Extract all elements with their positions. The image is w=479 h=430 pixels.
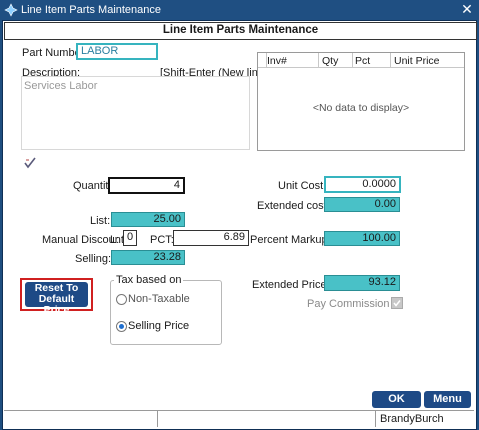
- status-bar: BrandyBurch: [4, 410, 474, 427]
- quantity-input[interactable]: 4: [108, 177, 185, 194]
- inventory-grid[interactable]: Inv# Qty Pct Unit Price <No data to disp…: [257, 52, 465, 151]
- description-textarea[interactable]: Services Labor: [21, 76, 250, 150]
- percent-markup-label: Percent Markup:: [250, 234, 331, 246]
- percent-markup-value: 100.00: [324, 231, 400, 246]
- selling-label: Selling:: [75, 253, 112, 265]
- grid-col-unit-price[interactable]: Unit Price: [394, 55, 440, 67]
- radio-non-taxable[interactable]: [116, 294, 127, 305]
- unit-cost-label: Unit Cost:: [278, 180, 327, 192]
- extended-price-value: 93.12: [324, 275, 400, 291]
- close-button[interactable]: ✕: [455, 0, 479, 20]
- app-icon: [4, 3, 18, 17]
- grid-col-qty[interactable]: Qty: [322, 55, 338, 67]
- non-taxable-label[interactable]: Non-Taxable: [128, 293, 190, 305]
- extended-cost-label: Extended cost:: [257, 200, 330, 212]
- tax-based-on-label: Tax based on: [114, 274, 184, 286]
- l-label: L:: [110, 234, 120, 246]
- grid-empty-text: <No data to display>: [312, 102, 410, 114]
- ok-button[interactable]: OK: [372, 391, 421, 408]
- selling-price-label[interactable]: Selling Price: [128, 320, 189, 332]
- tax-based-on-group: [110, 280, 222, 345]
- menu-button[interactable]: Menu: [424, 391, 471, 408]
- dialog-header: Line Item Parts Maintenance: [4, 22, 477, 40]
- pay-commission-checkbox[interactable]: [391, 297, 403, 309]
- reset-to-default-price-button[interactable]: Reset To Default Price: [25, 282, 88, 316]
- pct-input[interactable]: 6.89: [173, 230, 249, 246]
- extended-price-label: Extended Price:: [252, 279, 330, 291]
- list-value: 25.00: [111, 212, 185, 227]
- selling-value: 23.28: [111, 250, 185, 265]
- pct-label: PCT:: [150, 234, 174, 246]
- list-label: List:: [90, 215, 111, 227]
- grid-col-pct[interactable]: Pct: [355, 55, 370, 67]
- part-number-input[interactable]: LABOR: [76, 43, 158, 60]
- unit-cost-input[interactable]: 0.0000: [324, 176, 401, 193]
- window-title: Line Item Parts Maintenance: [21, 4, 162, 16]
- grid-col-inv[interactable]: Inv#: [267, 55, 287, 67]
- spellcheck-icon[interactable]: [23, 156, 37, 170]
- reset-button-line2: Default Price: [38, 293, 75, 316]
- extended-cost-value: 0.00: [324, 197, 400, 212]
- radio-selling-price[interactable]: [116, 321, 127, 332]
- description-text: Services Labor: [24, 80, 98, 92]
- pay-commission-label: Pay Commission: [307, 298, 390, 310]
- l-input[interactable]: 0: [123, 230, 137, 246]
- status-user: BrandyBurch: [380, 413, 444, 425]
